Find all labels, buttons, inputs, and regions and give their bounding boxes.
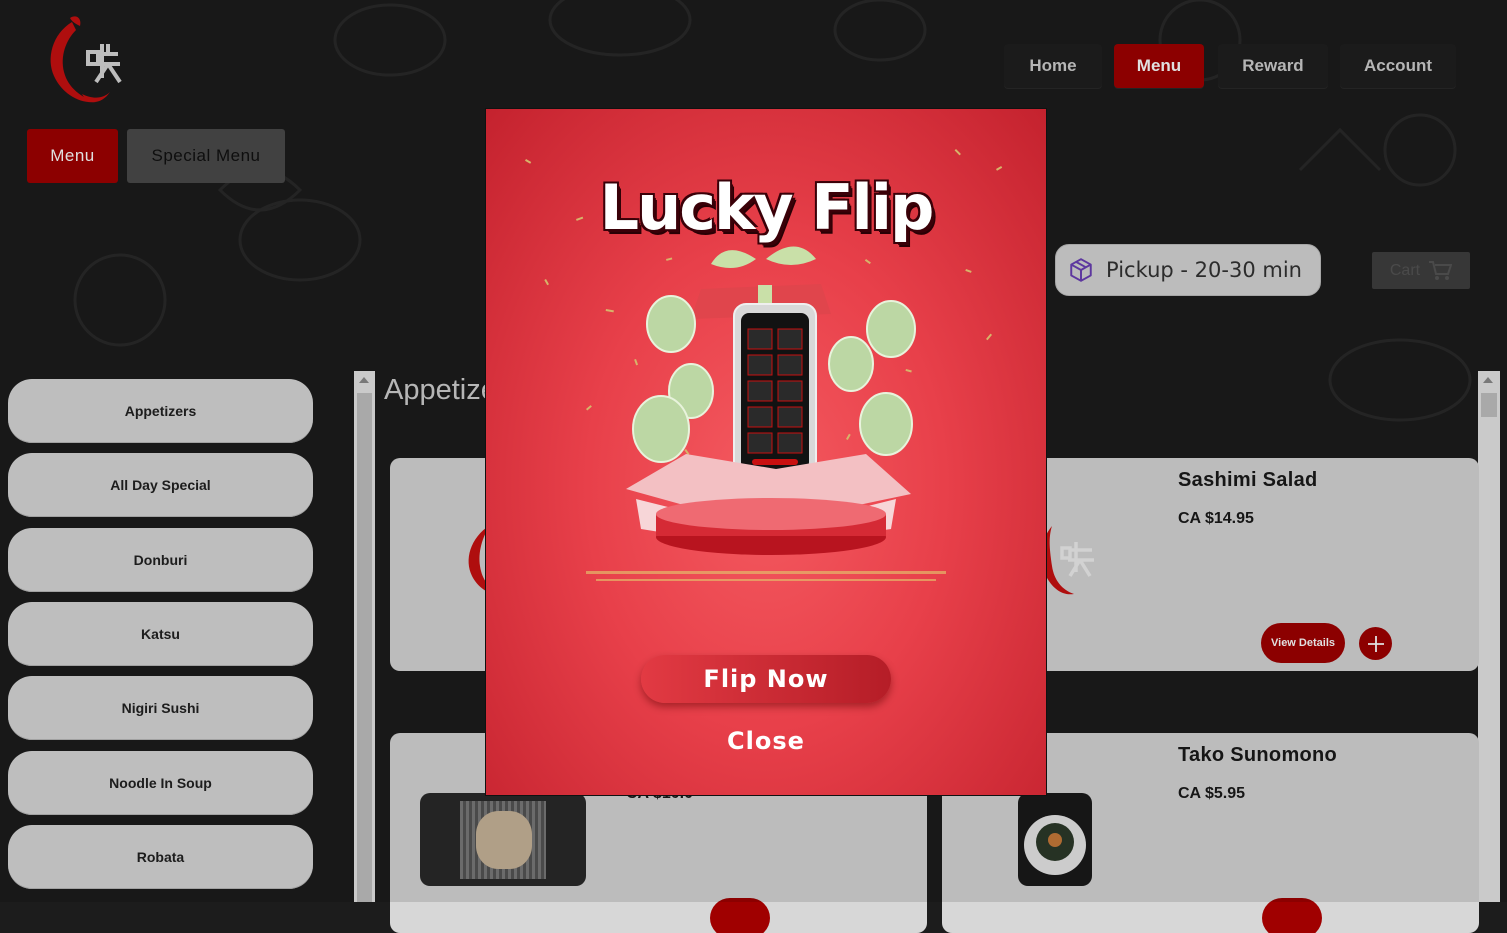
lucky-flip-title: Lucky Flip bbox=[599, 171, 935, 244]
view-details-button[interactable] bbox=[1262, 898, 1322, 933]
flip-now-button[interactable]: Flip Now bbox=[641, 655, 891, 703]
lucky-flip-modal: Lucky Flip Flip Now Close bbox=[485, 108, 1047, 796]
close-button[interactable]: Close bbox=[691, 721, 841, 761]
view-details-button[interactable] bbox=[710, 898, 770, 933]
